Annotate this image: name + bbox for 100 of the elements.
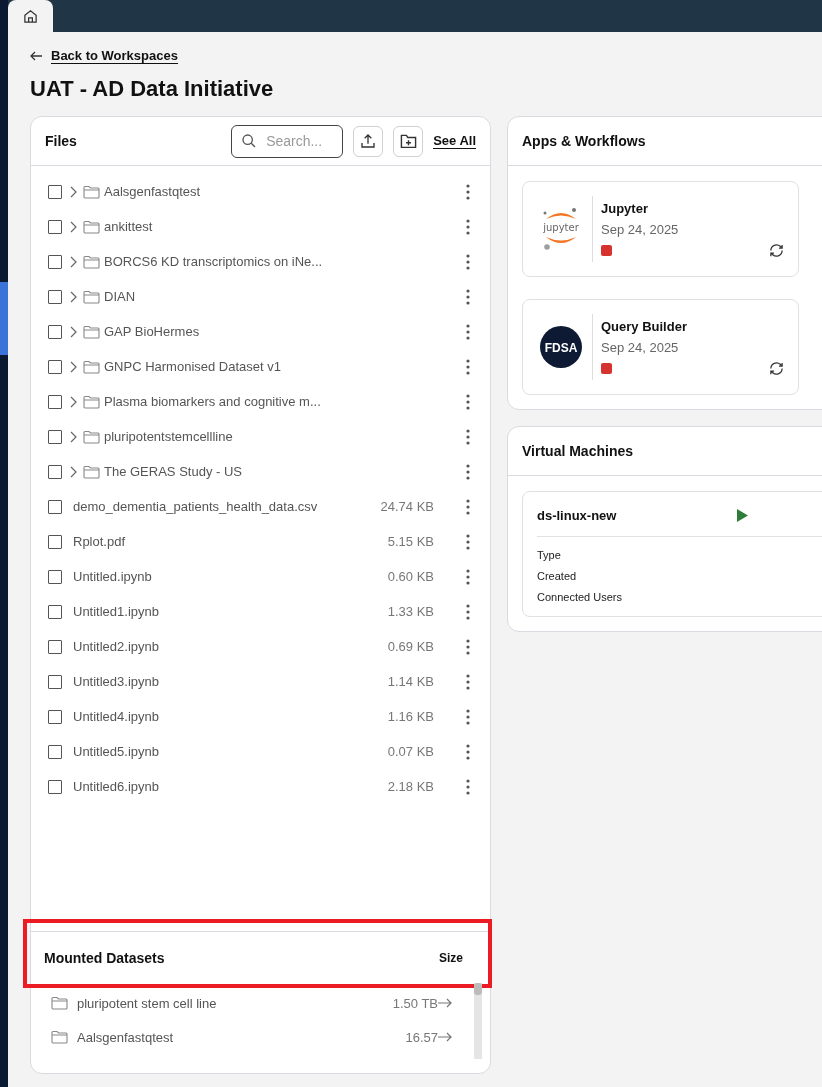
file-name[interactable]: Untitled6.ipynb — [73, 779, 388, 794]
scrollbar[interactable] — [474, 983, 482, 1059]
dataset-name[interactable]: pluripotent stem cell line — [77, 995, 384, 1011]
arrow-left-icon[interactable] — [30, 51, 43, 61]
back-link[interactable]: Back to Workspaces — [51, 48, 178, 64]
search-field[interactable]: Search... — [231, 124, 344, 158]
checkbox[interactable] — [48, 639, 62, 654]
checkbox[interactable] — [48, 394, 62, 409]
app-date: Sep 24, 2025 — [601, 339, 680, 355]
new-folder-button[interactable] — [393, 125, 424, 157]
arrow-right-icon[interactable] — [438, 1032, 452, 1042]
checkbox[interactable] — [48, 604, 62, 619]
more-options-icon[interactable] — [466, 358, 470, 375]
more-options-icon[interactable] — [466, 498, 470, 515]
folder-name[interactable]: ankittest — [104, 219, 466, 234]
field-label: Connected Users — [537, 590, 623, 605]
more-options-icon[interactable] — [466, 778, 470, 795]
chevron-right-icon[interactable] — [69, 220, 77, 233]
chevron-right-icon[interactable] — [69, 360, 77, 373]
refresh-icon[interactable] — [769, 360, 784, 376]
app-card[interactable]: jupyter Jupyter Sep 24, 2025 — [522, 181, 799, 277]
more-options-icon[interactable] — [466, 603, 470, 620]
folder-plus-icon — [399, 133, 417, 149]
file-size: 5.15 KB — [387, 534, 434, 549]
checkbox[interactable] — [48, 359, 62, 374]
more-options-icon[interactable] — [466, 673, 470, 690]
folder-icon — [51, 1030, 68, 1044]
folder-name[interactable]: pluripotentstemcellline — [104, 429, 466, 444]
more-options-icon[interactable] — [466, 288, 470, 305]
folder-icon — [83, 394, 100, 409]
checkbox[interactable] — [48, 219, 62, 234]
file-size: 1.16 KB — [387, 709, 434, 724]
folder-icon — [83, 184, 100, 199]
refresh-icon[interactable] — [769, 242, 784, 258]
dataset-size: 16.57 — [405, 1029, 438, 1045]
more-options-icon[interactable] — [466, 393, 470, 410]
more-options-icon[interactable] — [466, 183, 470, 200]
play-icon[interactable] — [737, 508, 748, 522]
checkbox[interactable] — [48, 534, 62, 549]
checkbox[interactable] — [48, 499, 62, 514]
more-options-icon[interactable] — [466, 638, 470, 655]
see-all-link[interactable]: See All — [433, 133, 476, 149]
checkbox[interactable] — [48, 254, 62, 269]
file-size: 1.14 KB — [387, 674, 434, 689]
more-options-icon[interactable] — [466, 533, 470, 550]
checkbox[interactable] — [48, 744, 62, 759]
folder-icon — [83, 359, 100, 374]
file-name[interactable]: demo_dementia_patients_health_data.csv — [73, 499, 381, 514]
file-name[interactable]: Untitled.ipynb — [73, 569, 388, 584]
checkbox[interactable] — [48, 464, 62, 479]
chevron-right-icon[interactable] — [69, 465, 77, 478]
fdsa-logo: FDSA — [540, 326, 582, 368]
section-title: Mounted Datasets — [44, 949, 166, 966]
folder-name[interactable]: The GERAS Study - US — [104, 464, 466, 479]
folder-name[interactable]: GNPC Harmonised Dataset v1 — [104, 359, 466, 374]
home-tab[interactable] — [8, 0, 53, 32]
checkbox[interactable] — [48, 429, 62, 444]
folder-name[interactable]: DIAN — [104, 289, 466, 304]
folder-name[interactable]: Plasma biomarkers and cognitive m... — [104, 394, 466, 409]
more-options-icon[interactable] — [466, 708, 470, 725]
folder-name[interactable]: BORCS6 KD transcriptomics on iNe... — [104, 254, 466, 269]
chevron-right-icon[interactable] — [69, 185, 77, 198]
checkbox[interactable] — [48, 324, 62, 339]
column-header: Size — [439, 950, 463, 965]
file-name[interactable]: Untitled5.ipynb — [73, 744, 388, 759]
file-name[interactable]: Untitled2.ipynb — [73, 639, 388, 654]
checkbox[interactable] — [48, 709, 62, 724]
folder-icon — [83, 254, 100, 269]
chevron-right-icon[interactable] — [69, 290, 77, 303]
file-name[interactable]: Untitled4.ipynb — [73, 709, 388, 724]
more-options-icon[interactable] — [466, 428, 470, 445]
more-options-icon[interactable] — [466, 568, 470, 585]
file-size: 1.33 KB — [387, 604, 434, 619]
folder-icon — [51, 996, 68, 1010]
file-name[interactable]: Untitled1.ipynb — [73, 604, 388, 619]
folder-name[interactable]: GAP BioHermes — [104, 324, 466, 339]
more-options-icon[interactable] — [466, 463, 470, 480]
chevron-right-icon[interactable] — [69, 255, 77, 268]
more-options-icon[interactable] — [466, 218, 470, 235]
upload-button[interactable] — [353, 125, 384, 157]
app-date: Sep 24, 2025 — [601, 221, 680, 237]
folder-name[interactable]: Aalsgenfastqtest — [104, 184, 466, 199]
more-options-icon[interactable] — [466, 743, 470, 760]
checkbox[interactable] — [48, 674, 62, 689]
dataset-name[interactable]: Aalsgenfastqtest — [77, 1029, 397, 1045]
checkbox[interactable] — [48, 569, 62, 584]
checkbox[interactable] — [48, 779, 62, 794]
file-name[interactable]: Untitled3.ipynb — [73, 674, 388, 689]
chevron-right-icon[interactable] — [69, 325, 77, 338]
checkbox[interactable] — [48, 289, 62, 304]
more-options-icon[interactable] — [466, 253, 470, 270]
page-title: UAT - AD Data Initiative — [30, 76, 275, 102]
more-options-icon[interactable] — [466, 323, 470, 340]
file-name[interactable]: Rplot.pdf — [73, 534, 388, 549]
chevron-right-icon[interactable] — [69, 430, 77, 443]
app-card[interactable]: FDSA Query Builder Sep 24, 2025 — [522, 299, 799, 395]
checkbox[interactable] — [48, 184, 62, 199]
arrow-right-icon[interactable] — [438, 998, 452, 1008]
chevron-right-icon[interactable] — [69, 395, 77, 408]
file-size: 0.69 KB — [387, 639, 434, 654]
